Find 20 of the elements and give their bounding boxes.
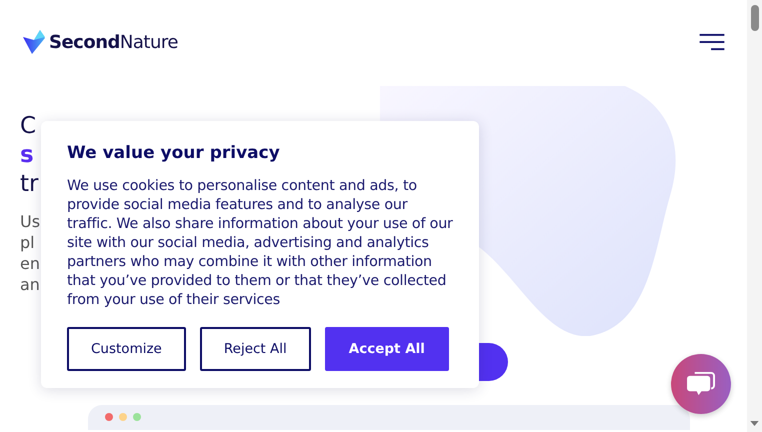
logo-text[interactable]: SecondNature [49, 32, 178, 52]
scroll-down-icon[interactable] [750, 421, 759, 426]
dialog-text: We use cookies to personalise content and ads, to provide social media features and to analyse our traffic. We also share information about your use of our site with our social media, advertising and analytics partners who may combine it with other information that you’ve provided to them or that they’ve collected from your use of their services [67, 177, 454, 310]
paragraph-text: an [20, 274, 40, 295]
heading-text: C [20, 112, 36, 141]
heading-text: s [20, 141, 34, 170]
menu-icon[interactable] [699, 32, 725, 52]
accept-button[interactable]: Accept All [324, 327, 449, 371]
scrollbar-thumb[interactable] [751, 5, 759, 31]
paragraph-text: Us [20, 211, 40, 232]
chat-button[interactable] [671, 354, 731, 414]
scrollbar[interactable] [747, 0, 762, 432]
paragraph-text: pl [20, 232, 35, 253]
chat-bubble-icon [686, 370, 716, 398]
logo-icon [22, 29, 46, 55]
heading-text: tr [20, 170, 38, 199]
option-button[interactable]: Reject All [200, 327, 311, 371]
paragraph-text: en [20, 253, 40, 274]
option-button[interactable]: Customize [67, 327, 186, 371]
dialog-title: We value your privacy [67, 143, 281, 163]
